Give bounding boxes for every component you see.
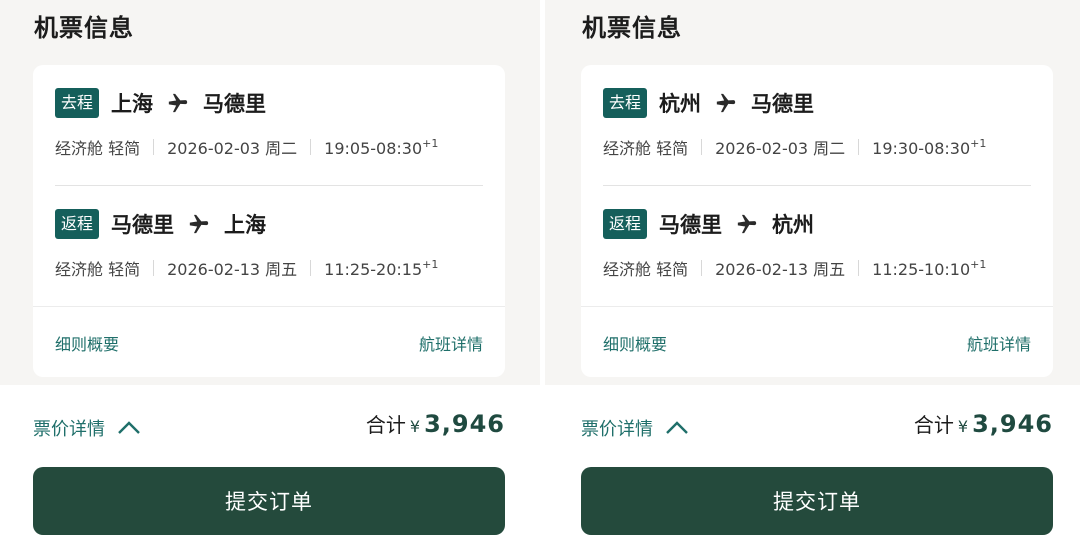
chevron-up-icon (666, 421, 688, 434)
divider (858, 260, 860, 276)
return-leg: 返程 马德里 杭州 经济舱 轻简 2026-02-13 周五 11:25-10:… (603, 208, 1031, 318)
total-label: 合计 (913, 413, 954, 437)
booking-panel-right: 机票信息 去程 杭州 马德里 经济舱 轻简 2026-02-03 周二 19:3… (545, 0, 1080, 537)
outbound-leg: 去程 杭州 马德里 经济舱 轻简 2026-02-03 周二 19:30-08:… (603, 87, 1031, 197)
rules-summary-link[interactable]: 细则概要 (55, 331, 119, 355)
currency-symbol: ¥ (409, 417, 421, 436)
booking-panel-left: 机票信息 去程 上海 马德里 经济舱 轻简 2026-02-03 周二 19:0… (0, 0, 540, 537)
flight-info-card: 去程 杭州 马德里 经济舱 轻简 2026-02-03 周二 19:30-08:… (581, 65, 1053, 377)
price-details-toggle[interactable]: 票价详情 (33, 415, 141, 441)
currency-symbol: ¥ (957, 417, 969, 436)
day-offset: +1 (422, 257, 439, 271)
leg-divider (55, 185, 483, 186)
divider (153, 139, 155, 155)
cabin-class: 经济舱 轻简 (55, 260, 141, 279)
divider (310, 260, 312, 276)
return-tag: 返程 (603, 209, 648, 239)
checkout-footer: 票价详情 合计 ¥ 3,946 提交订单 (0, 385, 540, 537)
airplane-icon (737, 214, 757, 234)
flight-date: 2026-02-03 周二 (715, 139, 846, 158)
departure-city: 马德里 (659, 213, 723, 237)
arrival-city: 杭州 (772, 213, 815, 237)
departure-city: 马德里 (111, 213, 175, 237)
airplane-icon (716, 93, 736, 113)
leg-divider (603, 185, 1031, 186)
airplane-icon (189, 214, 209, 234)
section-title: 机票信息 (34, 14, 134, 42)
flight-date: 2026-02-13 周五 (715, 260, 846, 279)
divider (310, 139, 312, 155)
price-details-label: 票价详情 (33, 419, 105, 440)
flight-details-link[interactable]: 航班详情 (967, 331, 1031, 355)
checkout-footer: 票价详情 合计 ¥ 3,946 提交订单 (545, 385, 1080, 537)
divider (701, 260, 703, 276)
return-leg: 返程 马德里 上海 经济舱 轻简 2026-02-13 周五 11:25-20:… (55, 208, 483, 318)
section-title: 机票信息 (582, 14, 682, 42)
flight-info-card: 去程 上海 马德里 经济舱 轻简 2026-02-03 周二 19:05-08:… (33, 65, 505, 377)
divider (153, 260, 155, 276)
flight-date: 2026-02-13 周五 (167, 260, 298, 279)
departure-city: 上海 (111, 92, 154, 116)
price-details-label: 票价详情 (581, 419, 653, 440)
outbound-tag: 去程 (603, 88, 648, 118)
rules-summary-link[interactable]: 细则概要 (603, 331, 667, 355)
arrival-city: 马德里 (203, 92, 267, 116)
airplane-icon (168, 93, 188, 113)
flight-time: 19:30-08:30+1 (872, 136, 987, 158)
flight-date: 2026-02-03 周二 (167, 139, 298, 158)
return-tag: 返程 (55, 209, 100, 239)
card-divider (581, 306, 1053, 307)
cabin-class: 经济舱 轻简 (55, 139, 141, 158)
day-offset: +1 (422, 136, 439, 150)
flight-time: 11:25-20:15+1 (324, 257, 439, 279)
card-divider (33, 306, 505, 307)
total-price: 合计 ¥ 3,946 (914, 409, 1053, 438)
submit-order-button[interactable]: 提交订单 (33, 467, 505, 535)
departure-city: 杭州 (659, 92, 702, 116)
flight-time: 11:25-10:10+1 (872, 257, 987, 279)
cabin-class: 经济舱 轻简 (603, 260, 689, 279)
arrival-city: 上海 (224, 213, 267, 237)
divider (858, 139, 860, 155)
outbound-tag: 去程 (55, 88, 100, 118)
total-label: 合计 (365, 413, 406, 437)
total-amount: 3,946 (972, 410, 1053, 438)
flight-details-link[interactable]: 航班详情 (419, 331, 483, 355)
total-price: 合计 ¥ 3,946 (366, 409, 505, 438)
day-offset: +1 (970, 136, 987, 150)
flight-time: 19:05-08:30+1 (324, 136, 439, 158)
submit-order-button[interactable]: 提交订单 (581, 467, 1053, 535)
day-offset: +1 (970, 257, 987, 271)
price-details-toggle[interactable]: 票价详情 (581, 415, 689, 441)
outbound-leg: 去程 上海 马德里 经济舱 轻简 2026-02-03 周二 19:05-08:… (55, 87, 483, 197)
divider (701, 139, 703, 155)
total-amount: 3,946 (424, 410, 505, 438)
arrival-city: 马德里 (751, 92, 815, 116)
chevron-up-icon (118, 421, 140, 434)
cabin-class: 经济舱 轻简 (603, 139, 689, 158)
